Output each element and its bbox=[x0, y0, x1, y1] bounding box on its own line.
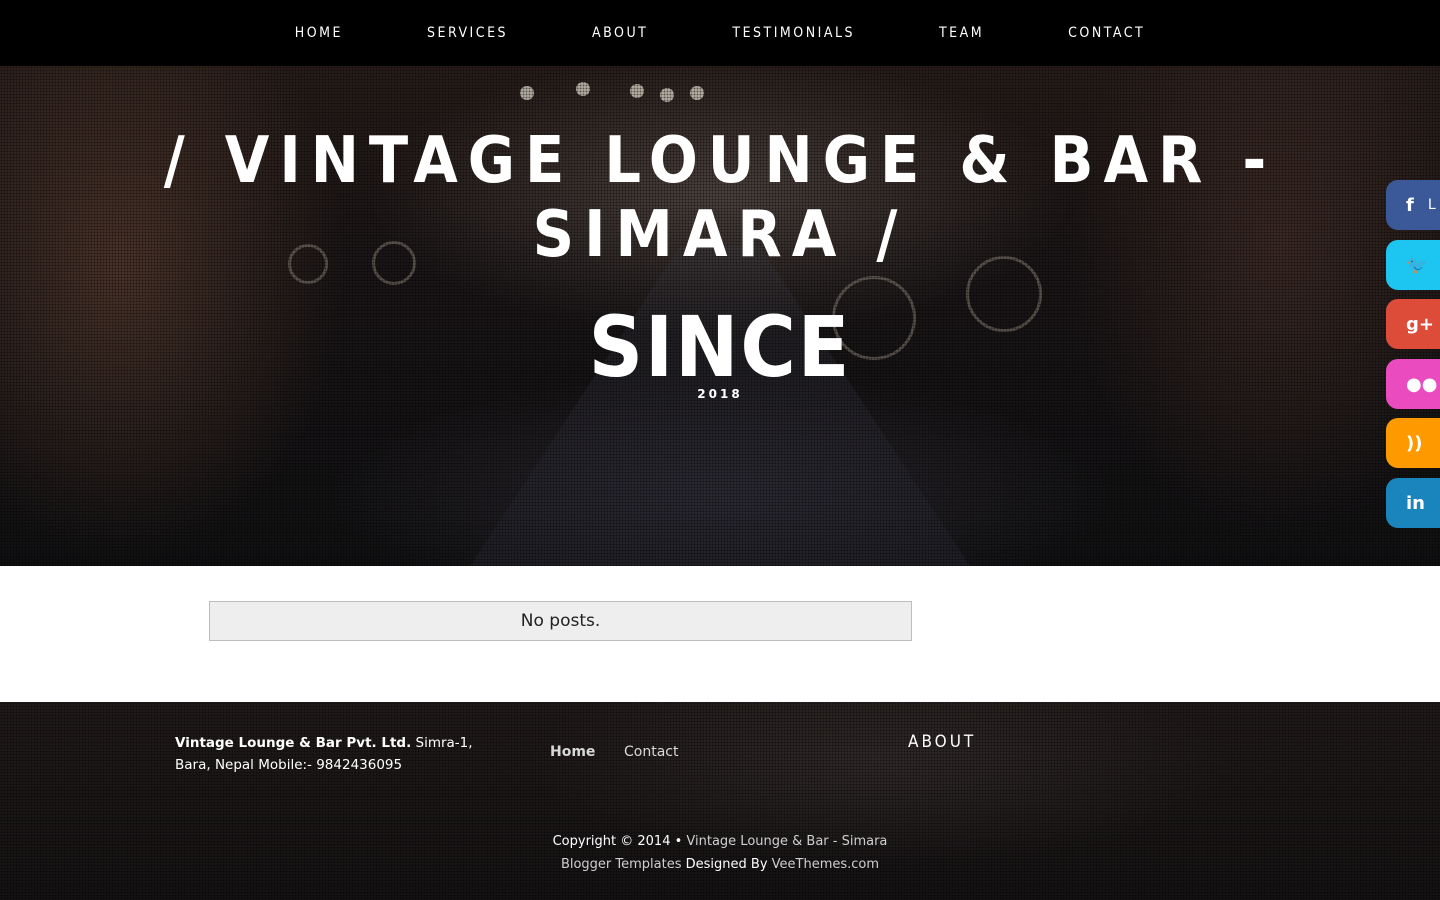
nav-team[interactable]: TEAM bbox=[939, 25, 984, 41]
footer-company-info: Vintage Lounge & Bar Pvt. Ltd. Simra-1, … bbox=[175, 732, 475, 776]
lantern-decoration bbox=[520, 86, 534, 100]
twitter-button[interactable]: 🐦 bbox=[1386, 240, 1440, 290]
nav-contact[interactable]: CONTACT bbox=[1068, 25, 1145, 41]
footer-about-heading: ABOUT bbox=[908, 732, 977, 752]
nav-home[interactable]: HOME bbox=[295, 25, 343, 41]
rss-icon: )) bbox=[1406, 432, 1423, 454]
company-name: Vintage Lounge & Bar Pvt. Ltd. bbox=[175, 735, 412, 751]
facebook-icon: f bbox=[1406, 194, 1414, 216]
nav-about[interactable]: ABOUT bbox=[592, 25, 648, 41]
rss-button[interactable]: )) bbox=[1386, 418, 1440, 468]
footer-link-contact[interactable]: Contact bbox=[624, 744, 678, 760]
copyright-text: Copyright © 2014 • bbox=[552, 834, 687, 849]
designer-link[interactable]: VeeThemes.com bbox=[772, 857, 879, 872]
lantern-decoration bbox=[690, 86, 704, 100]
google-plus-icon: g+ bbox=[1406, 313, 1434, 335]
top-navigation: HOME SERVICES ABOUT TESTIMONIALS TEAM CO… bbox=[0, 0, 1440, 66]
blogger-templates-link[interactable]: Blogger Templates bbox=[561, 857, 682, 872]
site-link[interactable]: Vintage Lounge & Bar - Simara bbox=[686, 834, 887, 849]
facebook-button[interactable]: f L bbox=[1386, 180, 1440, 230]
footer-copyright: Copyright © 2014 • Vintage Lounge & Bar … bbox=[0, 830, 1440, 876]
hero-title: / VINTAGE LOUNGE & BAR - SIMARA / bbox=[163, 124, 1277, 272]
linkedin-icon: in bbox=[1406, 492, 1425, 514]
linkedin-button[interactable]: in bbox=[1386, 478, 1440, 528]
facebook-label: L bbox=[1427, 197, 1436, 213]
hero-since: SINCE bbox=[588, 298, 852, 396]
lantern-decoration bbox=[630, 84, 644, 98]
hero-banner: / VINTAGE LOUNGE & BAR - SIMARA / SINCE … bbox=[0, 66, 1440, 566]
google-plus-button[interactable]: g+ bbox=[1386, 299, 1440, 349]
hero-street-shape bbox=[470, 246, 970, 566]
nav-testimonials[interactable]: TESTIMONIALS bbox=[732, 25, 855, 41]
footer-link-home[interactable]: Home bbox=[550, 744, 595, 760]
footer: Vintage Lounge & Bar Pvt. Ltd. Simra-1, … bbox=[0, 702, 1440, 900]
lantern-decoration bbox=[576, 82, 590, 96]
twitter-icon: 🐦 bbox=[1406, 254, 1429, 276]
no-posts-message: No posts. bbox=[209, 601, 912, 641]
lantern-decoration bbox=[660, 88, 674, 102]
designed-by-text: Designed By bbox=[681, 857, 772, 872]
hero-year: 2018 bbox=[697, 387, 743, 401]
flickr-icon: ●● bbox=[1406, 373, 1438, 395]
nav-services[interactable]: SERVICES bbox=[427, 25, 508, 41]
flickr-button[interactable]: ●● bbox=[1386, 359, 1440, 409]
